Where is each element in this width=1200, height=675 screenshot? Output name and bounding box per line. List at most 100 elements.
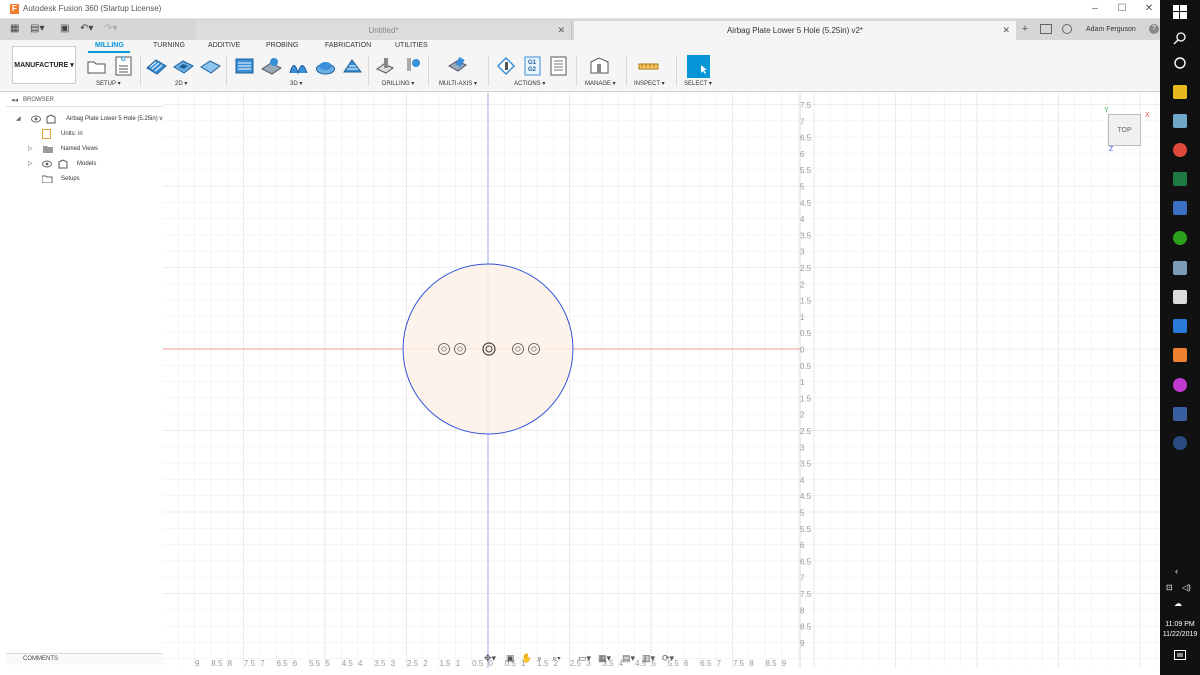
ruler-tick-label: 1 [800, 378, 805, 387]
ruler-tick-label: 7.5 [800, 101, 812, 110]
ruler-tick-label: 4 [358, 659, 363, 668]
view-cube-x-label: X [1145, 112, 1150, 119]
view-cube[interactable]: TOP [1108, 114, 1141, 146]
media-app-icon[interactable] [1173, 378, 1187, 392]
view-cube-face-label: TOP [1117, 127, 1132, 134]
ruler-tick-label: 8.5 [766, 659, 778, 668]
view-cube-z-label: Z [1109, 146, 1114, 153]
windows-taskbar: ‹ ⊡ ◁) ☁ [1160, 0, 1200, 675]
ruler-tick-label: 7 [260, 659, 265, 668]
ruler-tick-label: 0.5 [472, 659, 484, 668]
ruler-tick-label: 2 [800, 280, 805, 289]
ruler-tick-label: 7 [800, 117, 805, 126]
ruler-tick-label: 5.5 [309, 659, 321, 668]
volume-icon[interactable]: ◁) [1182, 583, 1191, 592]
taskbar-clock[interactable]: 11:09 PM 11/22/2019 [1160, 620, 1200, 640]
ruler-tick-label: 3 [800, 443, 805, 452]
view-cube-y-label: Y [1104, 107, 1109, 114]
ruler-tick-label: 3 [800, 248, 805, 257]
ruler-tick-label: 2.5 [407, 659, 419, 668]
ruler-tick-label: 7 [717, 659, 722, 668]
ruler-tick-label: 3 [391, 659, 396, 668]
tray-expand-icon[interactable]: ‹ [1175, 566, 1178, 576]
ruler-tick-label: 2.5 [800, 427, 812, 436]
network-icon[interactable]: ⊡ [1166, 583, 1173, 592]
ruler-tick-label: 6.5 [277, 659, 289, 668]
ruler-tick-label: 5 [325, 659, 330, 668]
ruler-tick-label: 6.5 [800, 557, 812, 566]
ruler-tick-label: 2 [800, 411, 805, 420]
ruler-tick-label: 1.5 [440, 659, 452, 668]
ruler-tick-label: 0 [800, 346, 805, 355]
fit-zoom-icon[interactable]: ⌕▾ [552, 653, 561, 664]
cortana-icon[interactable] [1173, 56, 1187, 70]
fusion-360-taskbar-icon[interactable] [1173, 348, 1187, 362]
ruler-tick-label: 9 [782, 659, 787, 668]
environment-icon[interactable]: ▥▾ [642, 653, 655, 664]
ruler-tick-label: 6 [800, 541, 805, 550]
ruler-tick-label: 2 [423, 659, 428, 668]
ruler-tick-label: 8 [749, 659, 754, 668]
excel-icon[interactable] [1173, 172, 1187, 186]
ruler-tick-label: 5 [800, 509, 805, 518]
ruler-tick-label: 7.5 [733, 659, 745, 668]
action-center-icon[interactable] [1174, 650, 1186, 662]
ruler-tick-label: 2.5 [800, 264, 812, 273]
ruler-tick-label: 6.5 [700, 659, 712, 668]
ruler-tick-label: 7.5 [800, 590, 812, 599]
ruler-tick-label: 7.5 [244, 659, 256, 668]
ruler-tick-label: 7 [800, 574, 805, 583]
grid-settings-icon[interactable]: ▦▾ [598, 653, 611, 664]
ruler-tick-label: 1 [456, 659, 461, 668]
ruler-tick-label: 3.5 [800, 231, 812, 240]
ruler-tick-label: 1 [800, 313, 805, 322]
ruler-tick-label: 4 [800, 476, 805, 485]
navigation-bar: ✥▾ ▣ ✋ ⌕ ⌕▾ ▭▾ ▦▾ ▤▾ ▥▾ ⟳▾ [484, 652, 684, 668]
ruler-tick-label: 5 [800, 183, 805, 192]
ruler-tick-label: 6 [684, 659, 689, 668]
file-explorer-icon[interactable] [1173, 85, 1187, 99]
ruler-tick-label: 9 [195, 659, 200, 668]
refresh-icon[interactable]: ⟳▾ [662, 653, 674, 664]
ruler-tick-label: 4.5 [800, 199, 812, 208]
ruler-tick-label: 0.5 [800, 329, 812, 338]
ruler-tick-label: 8 [228, 659, 233, 668]
search-icon[interactable] [1173, 31, 1187, 45]
app-window-icon[interactable] [1173, 407, 1187, 421]
chrome-icon[interactable] [1173, 143, 1187, 157]
remote-desktop-icon[interactable] [1173, 261, 1187, 275]
ruler-tick-label: 4.5 [342, 659, 354, 668]
team-viewer-icon[interactable] [1173, 319, 1187, 333]
ruler-tick-label: 8.5 [211, 659, 223, 668]
ruler-tick-label: 1.5 [800, 297, 812, 306]
ruler-tick-label: 3.5 [374, 659, 386, 668]
pan-hand-icon[interactable]: ✋ [521, 653, 532, 664]
airbag-plate-outline[interactable] [402, 263, 574, 435]
ruler-tick-label: 6 [293, 659, 298, 668]
onedrive-icon[interactable]: ☁ [1174, 599, 1182, 608]
display-settings-icon[interactable]: ▭▾ [578, 653, 591, 664]
ruler-tick-label: 8 [800, 606, 805, 615]
look-at-icon[interactable]: ▣ [506, 653, 515, 664]
outlook-icon[interactable] [1173, 201, 1187, 215]
ruler-tick-label: 5.5 [800, 166, 812, 175]
ruler-tick-label: 0.5 [800, 362, 812, 371]
ruler-tick-label: 8.5 [800, 623, 812, 632]
viewports-icon[interactable]: ▤▾ [622, 653, 635, 664]
viewport-overlay: 7.5 7 6.5 6 5.5 5 4.5 4 3.5 3 2.5 2 1.5 1 0.5 0 0.5 1 1.5 2… [163, 93, 812, 668]
orbit-move-icon[interactable]: ✥▾ [484, 653, 496, 664]
ruler-tick-label: 4.5 [800, 492, 812, 501]
app-circle-icon[interactable] [1173, 436, 1187, 450]
ruler-tick-label: 5.5 [800, 525, 812, 534]
clock-time: 11:09 PM [1165, 621, 1195, 628]
windows-start-icon[interactable] [1173, 5, 1187, 19]
ruler-tick-label: 6 [800, 150, 805, 159]
ruler-tick-label: 3.5 [800, 460, 812, 469]
clock-date: 11/22/2019 [1162, 631, 1198, 638]
quickbooks-icon[interactable] [1173, 231, 1187, 245]
sticky-app-icon[interactable] [1173, 114, 1187, 128]
zoom-icon[interactable]: ⌕ [537, 653, 542, 664]
calculator-icon[interactable] [1173, 290, 1187, 304]
ruler-tick-label: 1.5 [800, 394, 812, 403]
ruler-tick-label: 4 [800, 215, 805, 224]
